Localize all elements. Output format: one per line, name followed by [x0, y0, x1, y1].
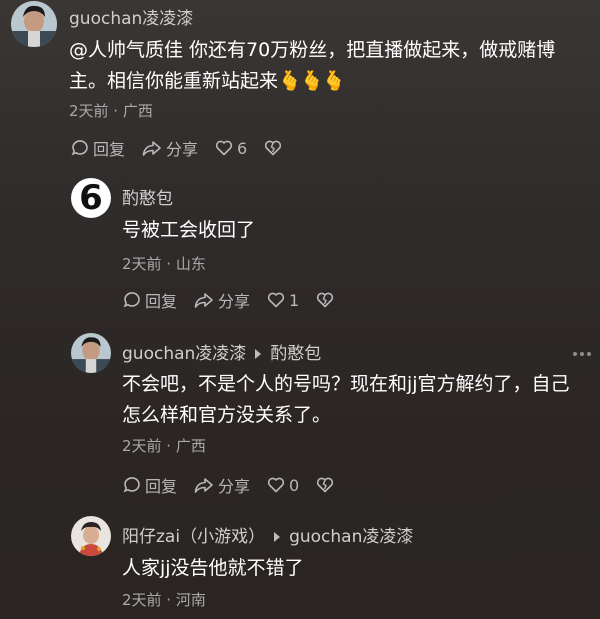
comment-username-row: guochan凌凌漆 酌憨包 [122, 339, 321, 364]
reply-icon [123, 477, 140, 493]
like-count: 6 [237, 138, 248, 158]
emoji: 🫰 [278, 70, 302, 92]
reply-arrow-icon [274, 532, 281, 542]
comment-actions: 回复 分享 1 [122, 288, 335, 312]
share-label: 分享 [166, 140, 199, 159]
comment-username[interactable]: 酌憨包 [122, 184, 173, 209]
comment-meta: 2天前 · 广西 [69, 102, 153, 120]
broken-heart-icon [317, 477, 334, 493]
comment-username-row: 阳仔zai（小游戏） guochan凌凌漆 [122, 522, 413, 547]
share-icon [194, 293, 213, 308]
dislike-button[interactable] [315, 290, 335, 310]
comment-text-line: 怎么样和官方没关系了。 [122, 404, 332, 426]
like-button[interactable]: 0 [266, 475, 299, 495]
reply-icon [71, 140, 88, 156]
like-button[interactable]: 6 [214, 138, 247, 158]
share-icon [194, 478, 213, 493]
reply-label: 回复 [145, 477, 178, 496]
emoji: 🫰 [300, 70, 324, 92]
more-dots-icon [573, 352, 591, 356]
comment-text: 号被工会收回了 [122, 219, 256, 241]
share-icon [142, 141, 161, 156]
comment-username[interactable]: guochan凌凌漆 [122, 344, 246, 364]
emoji: 🫰 [322, 70, 346, 92]
comment-text: 不会吧，不是个人的号吗？现在和jj官方解约了，自己 怎么样和官方没关系了。 [122, 369, 592, 431]
heart-icon [267, 477, 285, 493]
comment-text-line: 主。相信你能重新站起来🫰🫰🫰 [69, 66, 589, 97]
share-button[interactable]: 分享 [193, 473, 250, 497]
reply-button[interactable]: 回复 [70, 136, 125, 160]
avatar-photo [71, 516, 111, 556]
like-button[interactable]: 1 [266, 290, 299, 310]
broken-heart-icon [265, 140, 282, 156]
reply-label: 回复 [145, 292, 178, 311]
comment-meta: 2天前 · 山东 [122, 255, 206, 273]
avatar[interactable]: 6 [71, 178, 111, 218]
share-label: 分享 [218, 477, 251, 496]
comment-actions: 回复 分享 0 [122, 473, 335, 497]
share-button[interactable]: 分享 [141, 136, 198, 160]
comment-actions: 回复 分享 6 [70, 136, 283, 160]
reply-to-username[interactable]: 酌憨包 [270, 344, 321, 364]
comment-username[interactable]: guochan凌凌漆 [69, 4, 193, 29]
reply-button[interactable]: 回复 [122, 288, 177, 312]
share-button[interactable]: 分享 [193, 288, 250, 312]
share-label: 分享 [218, 292, 251, 311]
reply-button[interactable]: 回复 [122, 473, 177, 497]
avatar[interactable] [71, 333, 111, 373]
dislike-button[interactable] [263, 138, 283, 158]
comment-text-segment: 主。相信你能重新站起来 [69, 70, 279, 92]
heart-icon [267, 292, 285, 308]
heart-icon [215, 140, 233, 156]
more-options-button[interactable] [573, 352, 591, 356]
avatar[interactable] [71, 516, 111, 556]
avatar-photo [71, 333, 111, 373]
comment-text: @人帅气质佳 你还有70万粉丝，把直播做起来，做戒赌博 主。相信你能重新站起来🫰… [69, 35, 589, 97]
reply-label: 回复 [93, 140, 126, 159]
broken-heart-icon [317, 292, 334, 308]
dislike-button[interactable] [315, 475, 335, 495]
comment-meta: 2天前 · 广西 [122, 437, 206, 455]
like-count: 0 [289, 475, 300, 495]
avatar-glyph: 6 [79, 178, 103, 218]
reply-to-username[interactable]: guochan凌凌漆 [289, 527, 413, 547]
comment-text-line: 不会吧，不是个人的号吗？现在和jj官方解约了，自己 [122, 373, 570, 395]
reply-icon [123, 292, 140, 308]
reply-arrow-icon [255, 349, 262, 359]
like-count: 1 [289, 290, 300, 310]
comment-text-line: @人帅气质佳 你还有70万粉丝，把直播做起来，做戒赌博 [69, 39, 556, 61]
comment-username[interactable]: 阳仔zai（小游戏） [122, 527, 265, 547]
comment-meta: 2天前 · 河南 [122, 591, 206, 609]
avatar[interactable] [11, 1, 57, 47]
avatar-photo [11, 1, 57, 47]
comment-text: 人家jj没告他就不错了 [122, 557, 304, 579]
